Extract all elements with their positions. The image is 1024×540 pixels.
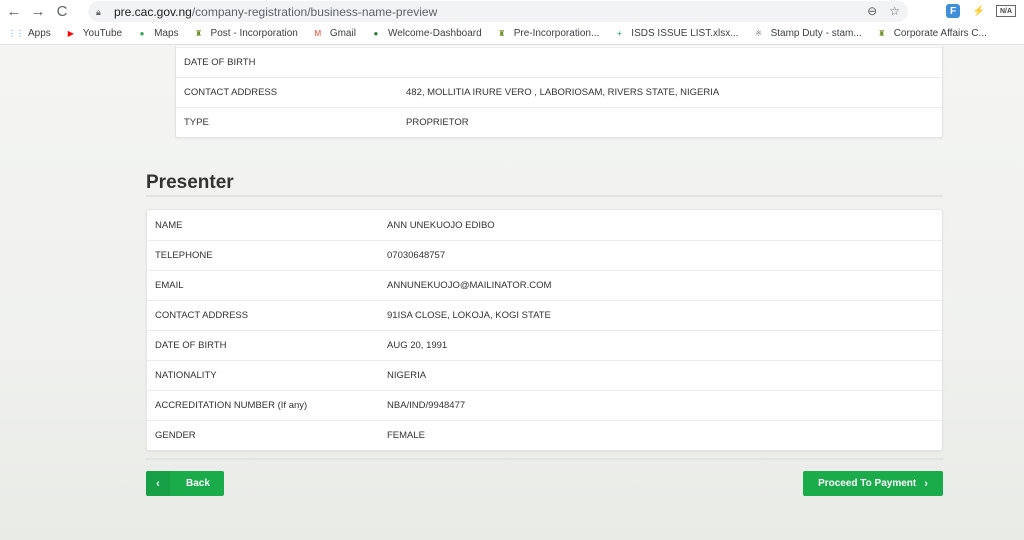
back-nav-icon[interactable]: ← xyxy=(4,2,24,22)
bookmark-label: Stamp Duty - stam... xyxy=(770,28,862,39)
coat-of-arms-icon: ♜ xyxy=(498,29,506,38)
bookmark-label: Corporate Affairs C... xyxy=(893,28,987,39)
row-label: CONTACT ADDRESS xyxy=(184,87,278,98)
apps-grid-icon: ⋮⋮ xyxy=(8,29,24,38)
url-host: pre.cac.gov.ng xyxy=(114,4,192,19)
coat-of-arms-icon: ♜ xyxy=(194,29,203,38)
bookmark-label: Gmail xyxy=(329,28,356,39)
row-value: 07030648757 xyxy=(387,250,446,261)
forward-nav-icon[interactable]: → xyxy=(28,2,48,22)
row-label: DATE OF BIRTH xyxy=(184,57,256,68)
row-value: 482, MOLLITIA IRURE VERO , LABORIOSAM, R… xyxy=(406,87,720,98)
row-label: TYPE xyxy=(184,117,209,128)
row-label: DATE OF BIRTH xyxy=(155,340,227,351)
table-row: ACCREDITATION NUMBER (If any) NBA/IND/99… xyxy=(147,390,942,420)
row-value: ANNUNEKUOJO@MAILINATOR.COM xyxy=(387,280,552,291)
table-row: NATIONALITY NIGERIA xyxy=(147,360,942,390)
bookmark-label: Pre-Incorporation... xyxy=(513,28,600,39)
bookmark-item[interactable]: ● Welcome-Dashboard xyxy=(370,28,482,40)
bookmark-label: Post - Incorporation xyxy=(210,28,298,39)
row-label: NATIONALITY xyxy=(155,370,217,381)
bookmark-item[interactable]: M Gmail xyxy=(312,28,356,40)
back-button-label: Back xyxy=(186,478,210,489)
row-label: ACCREDITATION NUMBER (If any) xyxy=(155,400,308,411)
presenter-heading: Presenter xyxy=(146,172,234,193)
row-label: TELEPHONE xyxy=(155,250,213,261)
row-value: AUG 20, 1991 xyxy=(387,340,448,351)
row-label: GENDER xyxy=(155,430,196,441)
zoom-icon[interactable]: ⊖ xyxy=(867,4,877,18)
row-value: 91ISA CLOSE, LOKOJA, KOGI STATE xyxy=(387,310,551,321)
bookmark-label: ISDS ISSUE LIST.xlsx... xyxy=(631,28,739,39)
row-value: NBA/IND/9948477 xyxy=(387,400,466,411)
row-label: NAME xyxy=(155,219,183,231)
proceed-to-payment-button[interactable]: Proceed To Payment › xyxy=(803,471,943,496)
table-row: NAME ANN UNEKUOJO EDIBO xyxy=(147,210,942,240)
chevron-right-icon: › xyxy=(924,477,928,490)
bookmark-item[interactable]: ♜ Corporate Affairs C... xyxy=(876,28,987,40)
table-row: TYPE PROPRIETOR xyxy=(176,107,942,137)
divider xyxy=(146,195,943,197)
bookmark-label: YouTube xyxy=(82,28,123,39)
table-row: DATE OF BIRTH xyxy=(176,47,942,77)
row-value: PROPRIETOR xyxy=(406,117,469,128)
presenter-details-card: NAME ANN UNEKUOJO EDIBO TELEPHONE 070306… xyxy=(146,209,943,451)
extension-na-icon[interactable]: N/A xyxy=(996,5,1016,17)
chevron-left-icon: ‹ xyxy=(146,471,170,496)
row-label: EMAIL xyxy=(155,280,184,291)
browser-toolbar: ← → C 🔒︎ pre.cac.gov.ng/company-registra… xyxy=(0,0,1024,23)
row-value: FEMALE xyxy=(387,430,426,441)
table-row: GENDER FEMALE xyxy=(147,420,942,450)
youtube-icon: ▶ xyxy=(67,29,74,38)
bookmark-item[interactable]: ▶ YouTube xyxy=(65,28,122,40)
bookmarks-bar: ⋮⋮ Apps ▶ YouTube ● Maps ♜ Post - Incorporation… xyxy=(0,23,1024,45)
extension-f-icon[interactable]: F xyxy=(946,4,960,18)
bookmark-label: Apps xyxy=(28,28,51,39)
bookmark-label: Welcome-Dashboard xyxy=(387,28,482,39)
page-content: DATE OF BIRTH CONTACT ADDRESS 482, MOLLI… xyxy=(0,46,1024,540)
coat-of-arms-icon: ♜ xyxy=(878,29,886,38)
row-label: CONTACT ADDRESS xyxy=(155,310,249,321)
table-row: CONTACT ADDRESS 482, MOLLITIA IRURE VERO… xyxy=(176,77,942,107)
row-value: NIGERIA xyxy=(387,370,427,381)
back-button[interactable]: ‹ Back xyxy=(146,471,224,496)
gmail-icon: M xyxy=(314,29,322,38)
bookmark-item[interactable]: ⋮⋮ Apps xyxy=(8,28,51,40)
lock-icon: 🔒︎ xyxy=(96,6,101,17)
divider xyxy=(146,458,943,460)
row-value: ANN UNEKUOJO EDIBO xyxy=(387,219,495,231)
bookmark-item[interactable]: ♜ Post - Incorporation xyxy=(193,28,298,40)
table-row: CONTACT ADDRESS 91ISA CLOSE, LOKOJA, KOG… xyxy=(147,300,942,330)
bookmark-item[interactable]: ※ Stamp Duty - stam... xyxy=(753,28,862,40)
proceed-button-label: Proceed To Payment xyxy=(818,478,917,489)
table-row: EMAIL ANNUNEKUOJO@MAILINATOR.COM xyxy=(147,270,942,300)
extension-bolt-icon[interactable]: ⚡ xyxy=(970,2,988,20)
url-path: /company-registration/business-name-prev… xyxy=(191,4,438,19)
reload-icon[interactable]: C xyxy=(52,2,72,22)
stamp-duty-icon: ※ xyxy=(755,29,762,38)
bookmark-star-icon[interactable]: ☆ xyxy=(889,4,900,18)
bookmark-label: Maps xyxy=(154,28,179,39)
proprietor-details-card: DATE OF BIRTH CONTACT ADDRESS 482, MOLLI… xyxy=(175,46,943,138)
dashboard-icon: ● xyxy=(373,29,379,38)
bookmark-item[interactable]: + ISDS ISSUE LIST.xlsx... xyxy=(613,28,739,40)
bookmark-item[interactable]: ♜ Pre-Incorporation... xyxy=(496,28,600,40)
maps-pin-icon: ● xyxy=(139,29,145,38)
bookmark-item[interactable]: ● Maps xyxy=(136,28,179,40)
table-row: TELEPHONE 07030648757 xyxy=(147,240,942,270)
sheets-icon: + xyxy=(616,29,622,38)
address-bar[interactable]: 🔒︎ pre.cac.gov.ng/company-registration/b… xyxy=(88,1,908,22)
table-row: DATE OF BIRTH AUG 20, 1991 xyxy=(147,330,942,360)
